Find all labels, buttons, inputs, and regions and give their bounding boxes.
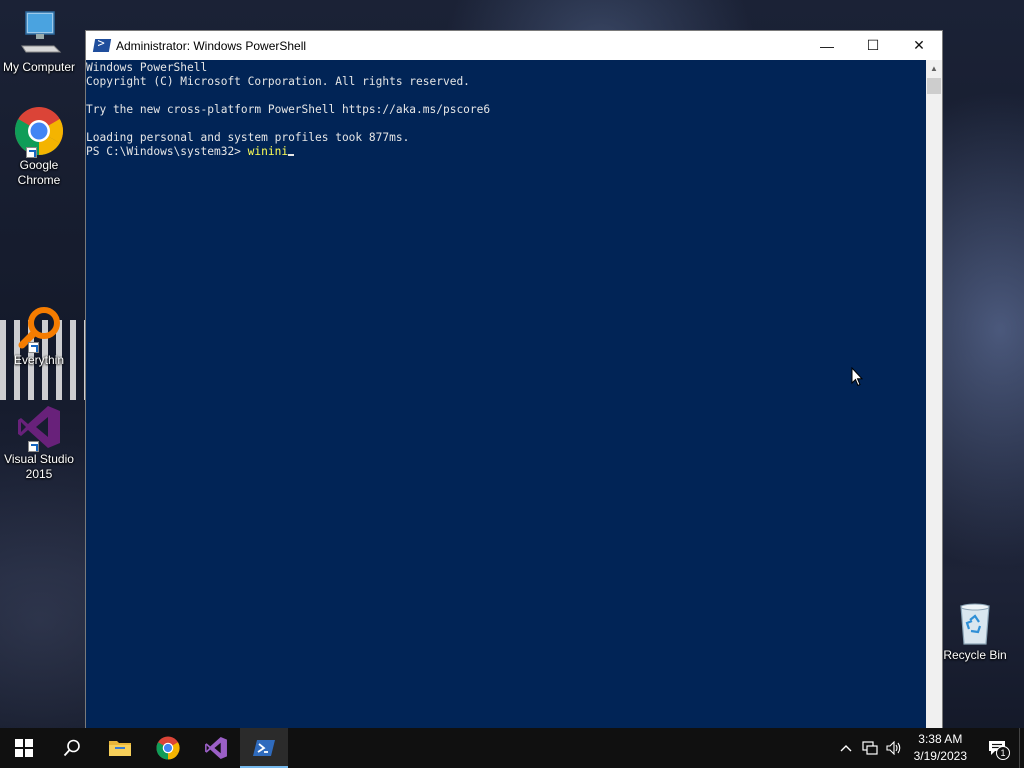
system-tray: 3:38 AM 3/19/2023 1 (834, 728, 1024, 768)
scrollbar-thumb[interactable] (927, 78, 941, 94)
everything-search-icon (16, 305, 62, 353)
desktop-icon-label: Recycle Bin (943, 648, 1007, 662)
shortcut-arrow-icon (28, 342, 39, 353)
text-caret (288, 154, 295, 156)
console-line: Copyright (C) Microsoft Corporation. All… (86, 75, 470, 88)
network-icon[interactable] (858, 728, 882, 768)
powershell-icon (253, 740, 275, 756)
clock-time: 3:38 AM (918, 732, 963, 746)
notification-count-badge: 1 (996, 746, 1010, 760)
desktop-icon-visual-studio-2015[interactable]: Visual Studio 2015 (0, 404, 78, 482)
desktop-icon-my-computer[interactable]: My Computer (0, 10, 78, 75)
vertical-scrollbar[interactable]: ▲ (926, 60, 942, 728)
chrome-icon (156, 736, 180, 760)
desktop-icon-google-chrome[interactable]: Google Chrome (0, 106, 78, 188)
desktop-icon-label: My Computer (2, 60, 76, 74)
maximize-button[interactable]: ☐ (850, 31, 896, 60)
taskbar-powershell[interactable] (240, 728, 288, 768)
visual-studio-icon (16, 404, 62, 452)
taskbar-google-chrome[interactable] (144, 728, 192, 768)
show-hidden-icons-chevron-up-icon[interactable] (834, 728, 858, 768)
console-line: Windows PowerShell (86, 61, 208, 74)
visual-studio-icon (205, 737, 227, 759)
taskbar-visual-studio[interactable] (192, 728, 240, 768)
desktop-icon-recycle-bin[interactable]: Recycle Bin (936, 602, 1014, 663)
console-prompt: PS C:\Windows\system32> (86, 145, 248, 158)
show-desktop-button[interactable] (1019, 728, 1024, 768)
console-output[interactable]: Windows PowerShell Copyright (C) Microsof… (86, 60, 927, 728)
console-line: Loading personal and system profiles too… (86, 131, 410, 144)
console-command-input[interactable]: winini (248, 145, 288, 158)
chrome-icon (14, 106, 64, 158)
desktop-icon-label: Visual Studio 2015 (4, 452, 74, 481)
folder-icon (109, 741, 131, 756)
console-prompt-line[interactable]: PS C:\Windows\system32> winini (86, 145, 927, 159)
desktop-icon-label: Google Chrome (17, 158, 61, 187)
window-titlebar[interactable]: Administrator: Windows PowerShell — ☐ ✕ (86, 31, 942, 60)
volume-icon[interactable] (882, 728, 906, 768)
taskbar-file-explorer[interactable] (96, 728, 144, 768)
clock-date: 3/19/2023 (913, 749, 967, 763)
close-button[interactable]: ✕ (896, 31, 942, 60)
action-center-button[interactable]: 1 (975, 728, 1019, 768)
taskbar: 3:38 AM 3/19/2023 1 (0, 728, 1024, 768)
desktop-icon-everything[interactable]: Everythin (0, 305, 78, 368)
taskbar-clock[interactable]: 3:38 AM 3/19/2023 (906, 731, 975, 765)
windows-logo-icon (15, 739, 33, 757)
powershell-window[interactable]: Administrator: Windows PowerShell — ☐ ✕ … (85, 30, 943, 728)
scroll-up-arrow-icon[interactable]: ▲ (926, 60, 942, 77)
recycle-bin-icon (952, 602, 998, 646)
desktop-icon-label: Everythin (13, 353, 65, 367)
search-button[interactable] (48, 728, 96, 768)
console-line: Try the new cross-platform PowerShell ht… (86, 103, 491, 116)
start-button[interactable] (0, 728, 48, 768)
minimize-button[interactable]: — (804, 31, 850, 60)
search-icon (63, 739, 80, 757)
shortcut-arrow-icon (28, 441, 39, 452)
powershell-icon (92, 39, 112, 52)
shortcut-arrow-icon (26, 147, 37, 158)
mouse-pointer-icon (851, 366, 864, 392)
computer-icon (0, 10, 78, 58)
window-title: Administrator: Windows PowerShell (116, 38, 307, 53)
